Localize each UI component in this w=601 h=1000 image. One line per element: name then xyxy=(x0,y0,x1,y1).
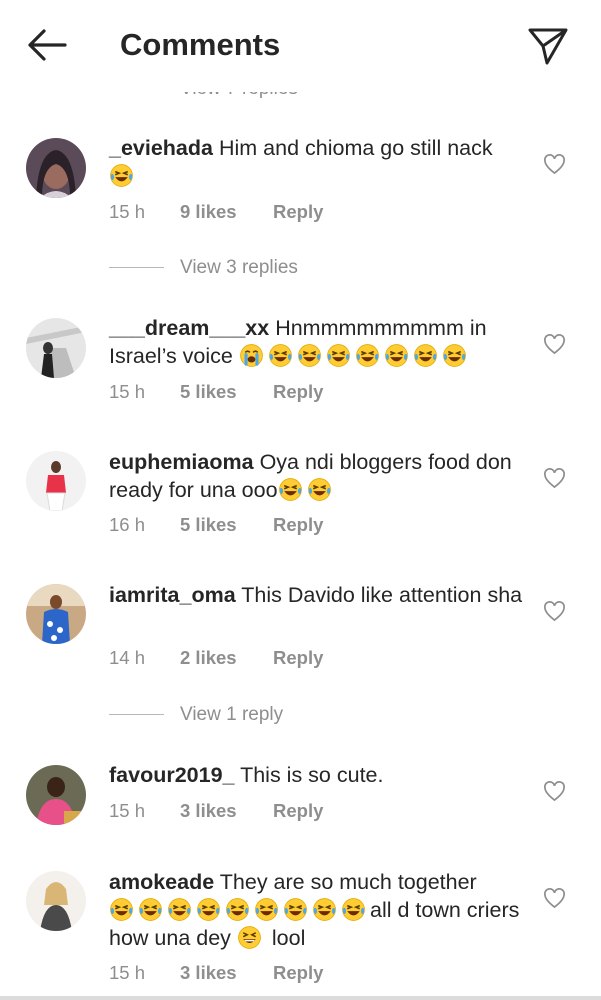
avatar[interactable] xyxy=(26,318,86,378)
reply-button[interactable]: Reply xyxy=(273,514,323,536)
comment-username[interactable]: iamrita_oma xyxy=(109,583,236,607)
comment-meta: 15 h 9 likes Reply xyxy=(109,201,323,223)
tears-of-joy-emoji xyxy=(196,897,221,922)
reply-button[interactable]: Reply xyxy=(273,381,323,403)
tears-of-joy-emoji xyxy=(312,897,337,922)
avatar[interactable] xyxy=(26,138,86,198)
paper-plane-icon[interactable] xyxy=(527,26,569,66)
heart-outline-icon[interactable] xyxy=(543,601,566,622)
comment-username[interactable]: _eviehada xyxy=(109,136,213,160)
tears-of-joy-emoji xyxy=(442,343,467,368)
comment-time: 15 h xyxy=(109,201,146,222)
tears-of-joy-emoji xyxy=(413,343,438,368)
avatar[interactable] xyxy=(26,584,86,644)
loudly-crying-emoji xyxy=(239,343,264,368)
tears-of-joy-emoji xyxy=(283,897,308,922)
tears-of-joy-emoji xyxy=(384,343,409,368)
tears-of-joy-emoji xyxy=(109,897,134,922)
tears-of-joy-emoji xyxy=(109,163,134,188)
comment-time: 14 h xyxy=(109,647,146,668)
tears-of-joy-emoji xyxy=(138,897,163,922)
tears-of-joy-emoji xyxy=(278,477,303,502)
comment-time: 15 h xyxy=(109,962,146,983)
comment-text: This is so cute. xyxy=(240,763,384,787)
comment-likes[interactable]: 5 likes xyxy=(180,514,237,536)
tears-of-joy-emoji xyxy=(307,477,332,502)
comment-meta: 15 h 3 likes Reply xyxy=(109,800,323,822)
comment-username[interactable]: euphemiaoma xyxy=(109,450,254,474)
reply-button[interactable]: Reply xyxy=(273,201,323,223)
comment-likes[interactable]: 9 likes xyxy=(180,201,237,223)
tears-of-joy-emoji xyxy=(254,897,279,922)
view-replies-label: View 3 replies xyxy=(180,257,298,278)
reply-button[interactable]: Reply xyxy=(273,962,323,984)
comment-meta: 16 h 5 likes Reply xyxy=(109,514,323,536)
tears-of-joy-emoji xyxy=(167,897,192,922)
heart-outline-icon[interactable] xyxy=(543,154,566,175)
comment-text-end: lool xyxy=(271,926,306,950)
comment-time: 16 h xyxy=(109,514,146,535)
comment-meta: 14 h 2 likes Reply xyxy=(109,647,323,669)
page-title: Comments xyxy=(120,27,281,62)
view-replies-link[interactable]: View 3 replies xyxy=(109,257,298,279)
comment-time: 15 h xyxy=(109,381,146,402)
comment-meta: 15 h 5 likes Reply xyxy=(109,381,323,403)
heart-outline-icon[interactable] xyxy=(543,468,566,489)
tears-of-joy-emoji xyxy=(341,897,366,922)
tears-of-joy-emoji xyxy=(268,343,293,368)
comment-text: This Davido like attention sha xyxy=(241,583,523,607)
tears-of-joy-emoji xyxy=(355,343,380,368)
grinning-squinting-emoji xyxy=(237,925,262,950)
tears-of-joy-emoji xyxy=(326,343,351,368)
comment-username[interactable]: ___dream___xx xyxy=(109,316,269,340)
heart-outline-icon[interactable] xyxy=(543,781,566,802)
comment-text: Him and chioma go still nack xyxy=(218,136,493,160)
avatar[interactable] xyxy=(26,871,86,931)
comment-time: 15 h xyxy=(109,800,146,821)
comment-username[interactable]: amokeade xyxy=(109,870,214,894)
avatar[interactable] xyxy=(26,451,86,511)
comment-likes[interactable]: 5 likes xyxy=(180,381,237,403)
divider xyxy=(109,714,164,716)
comment-likes[interactable]: 3 likes xyxy=(180,800,237,822)
tears-of-joy-emoji xyxy=(225,897,250,922)
avatar[interactable] xyxy=(26,765,86,825)
divider xyxy=(109,267,164,269)
top-bar: Comments xyxy=(0,0,601,92)
view-replies-link[interactable]: View 1 reply xyxy=(109,704,283,726)
heart-outline-icon[interactable] xyxy=(543,334,566,355)
comment-likes[interactable]: 2 likes xyxy=(180,647,237,669)
tears-of-joy-emoji xyxy=(297,343,322,368)
comment-text: They are so much together xyxy=(219,870,477,894)
view-replies-label: View 1 reply xyxy=(180,704,284,725)
comment-meta: 15 h 3 likes Reply xyxy=(109,962,323,984)
bottom-divider xyxy=(0,996,601,1000)
comment-username[interactable]: favour2019_ xyxy=(109,763,235,787)
reply-button[interactable]: Reply xyxy=(273,800,323,822)
arrow-left-icon[interactable] xyxy=(26,28,68,62)
heart-outline-icon[interactable] xyxy=(543,888,566,909)
comment-likes[interactable]: 3 likes xyxy=(180,962,237,984)
reply-button[interactable]: Reply xyxy=(273,647,323,669)
